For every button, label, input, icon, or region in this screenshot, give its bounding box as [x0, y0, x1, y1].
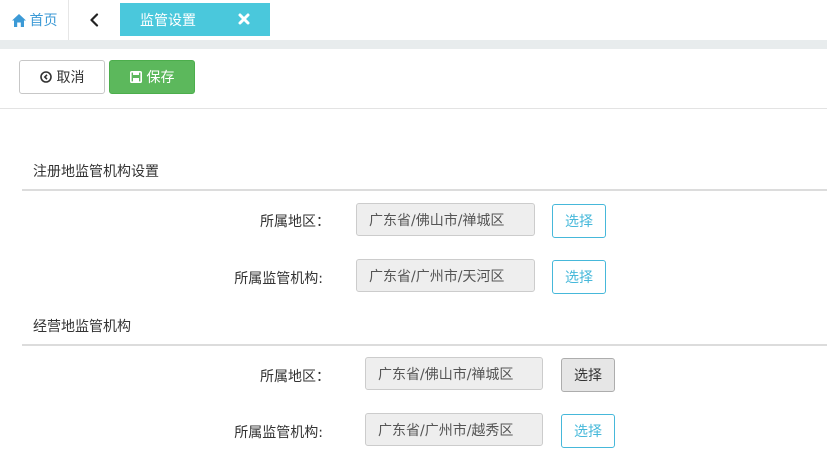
back-button[interactable] — [69, 0, 119, 40]
operating-section-divider — [22, 344, 827, 346]
operating-agency-field[interactable]: 广东省/广州市/越秀区 — [365, 413, 543, 446]
registered-section-title: 注册地监管机构设置 — [33, 164, 159, 180]
registered-section-divider — [22, 189, 827, 191]
operating-section-title: 经营地监管机构 — [33, 319, 131, 335]
tab-bar-divider — [0, 40, 827, 49]
save-button-label: 保存 — [146, 70, 175, 86]
operating-region-field[interactable]: 广东省/佛山市/禅城区 — [365, 357, 543, 390]
registered-agency-label: 所属监管机构: — [234, 271, 323, 287]
toolbar-divider — [0, 108, 827, 109]
cancel-button[interactable]: 取消 — [19, 60, 105, 94]
tab-home-label: 首页 — [29, 13, 58, 29]
registered-region-choose-button[interactable]: 选择 — [552, 204, 606, 238]
operating-agency-choose-button[interactable]: 选择 — [561, 414, 615, 448]
registered-agency-choose-button[interactable]: 选择 — [552, 260, 606, 294]
close-icon[interactable] — [236, 11, 252, 27]
save-icon — [129, 71, 142, 83]
registered-region-field[interactable]: 广东省/佛山市/禅城区 — [356, 203, 535, 236]
back-icon — [89, 13, 99, 27]
home-icon — [11, 13, 27, 28]
tab-supervision-settings[interactable]: 监管设置 — [120, 3, 270, 36]
operating-region-label: 所属地区： — [260, 369, 330, 385]
registered-agency-field[interactable]: 广东省/广州市/天河区 — [356, 259, 535, 292]
operating-agency-label: 所属监管机构: — [234, 425, 323, 441]
tab-supervision-settings-label: 监管设置 — [140, 12, 196, 29]
save-button[interactable]: 保存 — [109, 60, 195, 94]
registered-region-label: 所属地区： — [260, 214, 330, 230]
cancel-button-label: 取消 — [56, 70, 85, 86]
cancel-icon — [39, 71, 52, 83]
operating-region-choose-button[interactable]: 选择 — [561, 358, 615, 392]
tab-home[interactable]: 首页 — [0, 0, 69, 40]
